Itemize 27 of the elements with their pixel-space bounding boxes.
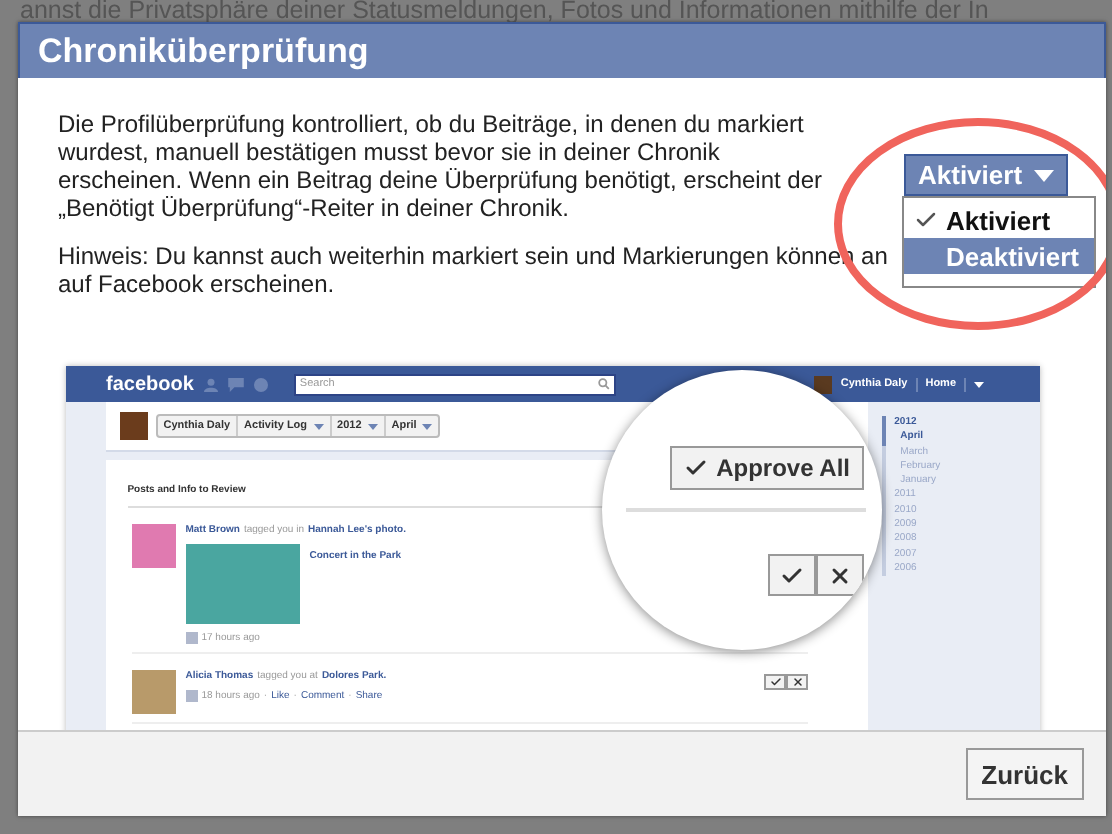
approve-button[interactable] bbox=[764, 674, 787, 690]
description-text: Die Profilüberprüfung kontrolliert, ob du Beiträge, in denen du markiert wurdest, manuell bestätigen musst bevor sie in deiner Chronik erscheinen. Wenn ein Beitrag deine Überprüfung benötigt, erscheint der „Benötigt Überprüfung“-Reiter in deiner Chronik. bbox=[58, 110, 825, 222]
profile-photo bbox=[119, 412, 148, 440]
close-icon bbox=[791, 676, 804, 688]
caret-icon bbox=[974, 381, 984, 387]
friends-icon bbox=[203, 377, 218, 391]
reject-button[interactable] bbox=[816, 554, 864, 596]
messages-icon bbox=[227, 377, 244, 391]
avatar-photo bbox=[131, 524, 176, 568]
reject-button[interactable] bbox=[786, 674, 809, 690]
menu-item[interactable]: Deaktiviert bbox=[904, 238, 1094, 274]
check-icon bbox=[914, 208, 938, 232]
brand-logo: facebook bbox=[106, 373, 194, 395]
caret-icon bbox=[1034, 169, 1055, 181]
status-dropdown[interactable]: Aktiviert bbox=[904, 154, 1069, 196]
dialog-title: Chroniküberprüfung bbox=[38, 31, 369, 71]
check-icon bbox=[684, 456, 709, 480]
avatar-photo bbox=[131, 670, 176, 714]
check-icon bbox=[780, 563, 804, 587]
photo-placeholder bbox=[185, 544, 300, 624]
close-icon bbox=[828, 563, 852, 587]
approve-all-button[interactable]: Approve All bbox=[670, 446, 864, 490]
back-button[interactable]: Zurück bbox=[965, 748, 1084, 800]
check-icon bbox=[769, 676, 782, 688]
avatar-photo bbox=[814, 375, 833, 393]
approve-button[interactable] bbox=[768, 554, 816, 596]
search-icon bbox=[597, 378, 610, 390]
